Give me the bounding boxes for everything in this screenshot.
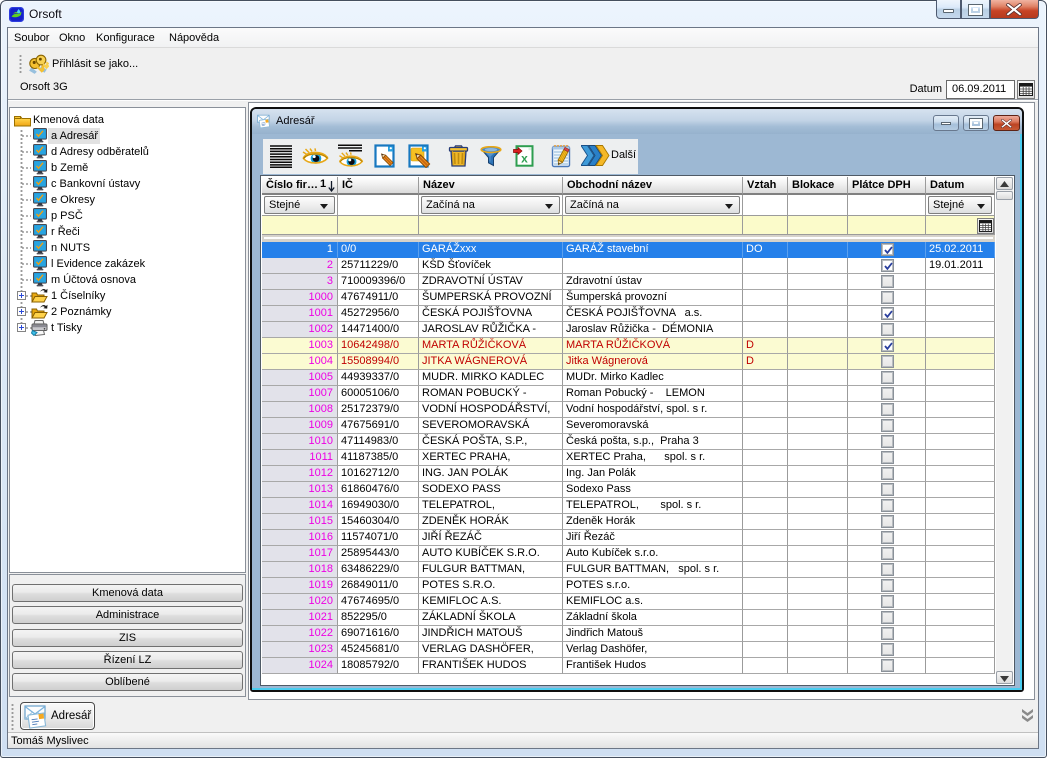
svg-text:x: x <box>521 152 528 166</box>
